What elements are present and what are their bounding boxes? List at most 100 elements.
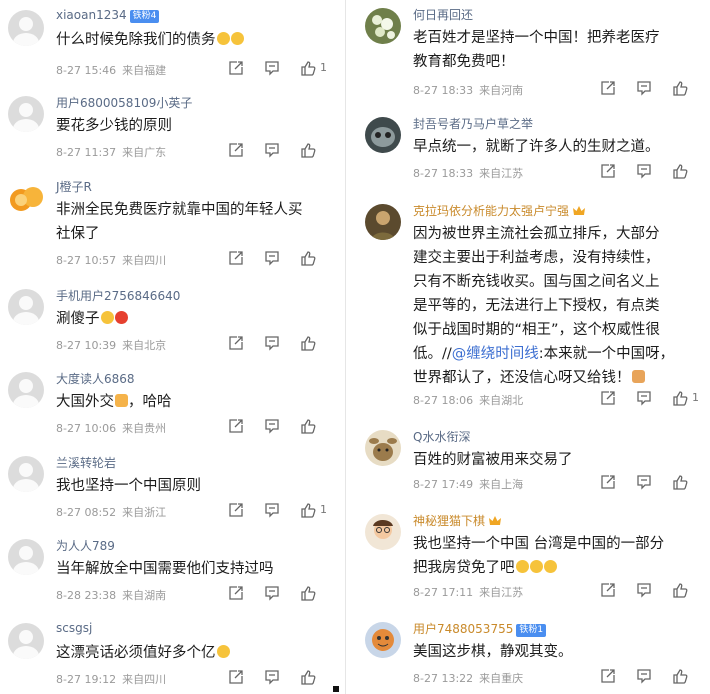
thumbs-up-icon[interactable] [672,474,688,490]
comment-text: 早点统一，就断了许多人的生财之道。 [413,139,660,155]
comment-item: 用户7488053755 铁粉1 美国这步棋，静观其变。 8-27 13:22 来自… [355,620,710,692]
username[interactable]: 克拉玛依分析能力太强卢宁强 [413,202,586,219]
share-icon[interactable] [228,335,244,351]
thumbs-up-icon[interactable]: 1 [300,60,327,76]
share-icon[interactable] [228,418,244,434]
thumbs-up-icon[interactable] [300,250,316,266]
share-icon[interactable] [600,474,616,490]
share-icon[interactable] [600,80,616,96]
cat-face-emoji [631,370,645,383]
avatar[interactable] [8,10,44,46]
comment-icon[interactable] [636,668,652,684]
comment-icon[interactable] [264,418,280,434]
share-icon[interactable] [228,502,244,518]
username[interactable]: 封吾号者乃马户草之举 [413,115,533,132]
avatar[interactable] [8,289,44,325]
username[interactable]: 大度读人6868 [56,370,135,387]
avatar[interactable] [365,514,401,550]
share-icon[interactable] [600,582,616,598]
comment-icon[interactable] [636,163,652,179]
comment-icon[interactable] [264,585,280,601]
comment-text: 老百姓才是坚持一个中国！把养老医疗 教育都免费吧！ [413,30,660,70]
avatar[interactable] [365,622,401,658]
share-icon[interactable] [228,669,244,685]
username[interactable]: xiaoan1234 铁粉4 [56,8,160,23]
comment-icon[interactable] [636,474,652,490]
comment-item: 何日再回还 老百姓才是坚持一个中国！把养老医疗 教育都免费吧！ 8-27 18:… [355,6,710,104]
username[interactable]: 兰溪转轮岩 [56,454,116,471]
avatar[interactable] [365,204,401,240]
fan-badge: 铁粉4 [129,10,160,23]
thumbs-up-icon[interactable] [672,163,688,179]
comment-text: 当年解放全中国需要他们支持过吗 [56,561,274,577]
thumbs-up-icon[interactable] [672,668,688,684]
thumbs-up-icon[interactable] [300,669,316,685]
comment-meta: 8-27 18:33 来自河南 [413,84,524,97]
comment-item: 封吾号者乃马户草之举 早点统一，就断了许多人的生财之道。 8-27 18:33 来… [355,115,710,189]
comment-text: 我也坚持一个中国原则 [56,478,201,494]
comment-icon[interactable] [264,250,280,266]
thumbs-up-icon[interactable] [300,585,316,601]
username[interactable]: 为人人789 [56,537,115,554]
comment-icon[interactable] [264,335,280,351]
scroll-indicator [333,686,339,692]
comment-icon[interactable] [264,142,280,158]
comment-item: J橙子R 非洲全民免费医疗就靠中国的年轻人买 社保了 8-27 10:57 来自四… [0,178,338,278]
comment-meta: 8-27 18:06 来自湖北 [413,394,524,407]
share-icon[interactable] [228,585,244,601]
comment-meta: 8-27 10:39 来自北京 [56,339,167,352]
avatar[interactable] [8,623,44,659]
share-icon[interactable] [228,60,244,76]
avatar[interactable] [8,456,44,492]
comment-icon[interactable] [264,502,280,518]
username[interactable]: J橙子R [56,178,92,195]
avatar[interactable] [8,372,44,408]
avatar[interactable] [8,96,44,132]
fan-badge: 铁粉1 [516,624,547,637]
avatar[interactable] [365,430,401,466]
username[interactable]: 用户7488053755 铁粉1 [413,620,547,637]
share-icon[interactable] [600,668,616,684]
avatar[interactable] [8,539,44,575]
avatar[interactable] [365,117,401,153]
thumbs-up-icon[interactable] [672,582,688,598]
comment-text: 我也坚持一个中国 台湾是中国的一部分 把我房贷免了吧 [413,536,665,576]
comment-icon[interactable] [636,390,652,406]
comment-meta: 8-27 13:22 来自重庆 [413,672,524,685]
thumbs-up-icon[interactable] [672,80,688,96]
mention-link[interactable]: @缠绕时间线 [452,346,539,362]
username[interactable]: 神秘狸猫下棋 [413,512,502,529]
username[interactable]: Q水水衔深 [413,428,470,445]
share-icon[interactable] [228,250,244,266]
crown-icon [573,206,586,215]
username[interactable]: 用户6800058109小英子 [56,94,192,111]
thumbs-up-icon[interactable] [300,335,316,351]
avatar[interactable] [8,180,44,216]
comment-item: 克拉玛依分析能力太强卢宁强 因为被世界主流社会孤立排斥，大部分 建交主要出于利益… [355,202,710,418]
avatar[interactable] [365,8,401,44]
comment-meta: 8-27 10:06 来自贵州 [56,422,167,435]
username[interactable]: scsgsj [56,621,92,635]
thumbs-up-icon[interactable] [300,418,316,434]
comment-item: scsgsj 这漂亮话必须值好多个亿 8-27 19:12 来自四川 [0,621,338,691]
comment-icon[interactable] [636,80,652,96]
username[interactable]: 何日再回还 [413,6,473,23]
grin-emoji [543,560,557,573]
thumbs-up-icon[interactable]: 1 [300,502,327,518]
share-icon[interactable] [228,142,244,158]
comment-item: xiaoan1234 铁粉4 什么时候免除我们的债务 8-27 15:46 来自福建… [0,8,338,82]
comment-icon[interactable] [636,582,652,598]
comment-icon[interactable] [264,669,280,685]
share-icon[interactable] [600,390,616,406]
thumbs-up-icon[interactable]: 1 [672,390,699,406]
comment-meta: 8-28 23:38 来自湖南 [56,589,167,602]
username[interactable]: 手机用户2756846640 [56,287,180,304]
comment-text: 美国这步棋，静观其变。 [413,644,573,660]
comment-text: 非洲全民免费医疗就靠中国的年轻人买 社保了 [56,202,303,242]
share-icon[interactable] [600,163,616,179]
grin-sweat-emoji [216,32,230,45]
comment-icon[interactable] [264,60,280,76]
grin-emoji [529,560,543,573]
right-comment-column: 何日再回还 老百姓才是坚持一个中国！把养老医疗 教育都免费吧！ 8-27 18:… [355,0,710,694]
thumbs-up-icon[interactable] [300,142,316,158]
